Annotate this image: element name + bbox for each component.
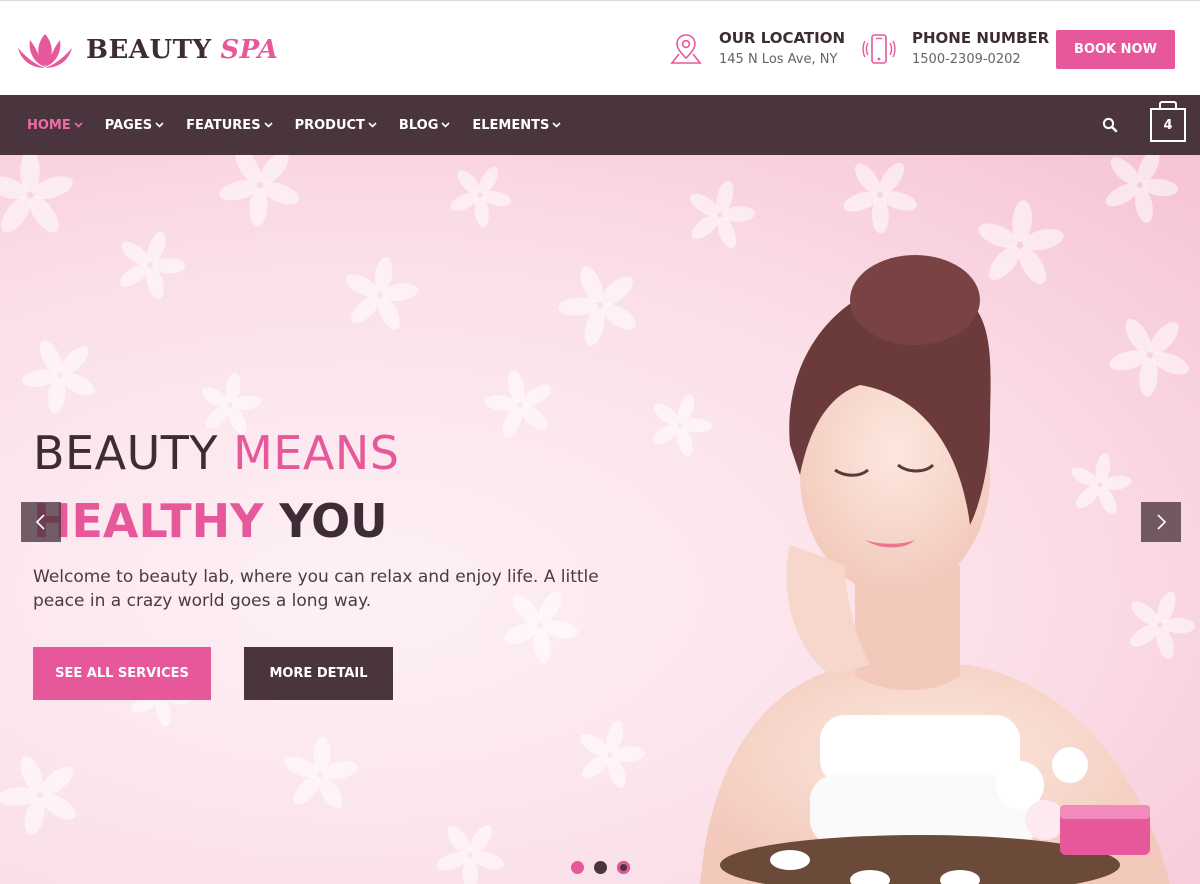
nav-item-label: BLOG: [398, 117, 439, 133]
location-title: OUR LOCATION: [719, 29, 846, 47]
phone-number[interactable]: 1500-2309-0202: [912, 52, 1049, 68]
chevron-down-icon: [368, 122, 377, 128]
map-pin-icon: [670, 34, 702, 64]
nav-item-label: PAGES: [104, 117, 153, 133]
hero-heading-line2: HEALTHY YOU: [33, 493, 388, 549]
hero-heading-line1: BEAUTY MEANS: [33, 425, 399, 481]
hero-description: Welcome to beauty lab, where you can rel…: [33, 567, 599, 611]
slider-dot-3[interactable]: [617, 861, 630, 874]
logo-word-spa: SPA: [220, 35, 279, 65]
book-now-button[interactable]: BOOK NOW: [1056, 30, 1175, 69]
main-navbar: HOME PAGES FEATURES PRODUCT BLOG ELEMENT…: [0, 95, 1200, 155]
site-logo[interactable]: BEAUTY SPA: [16, 30, 278, 70]
chevron-down-icon: [263, 122, 273, 128]
spa-model-image: [700, 255, 1170, 884]
slider-dot-2[interactable]: [594, 861, 607, 874]
chevron-down-icon: [441, 122, 450, 128]
location-address: 145 N Los Ave, NY: [719, 52, 838, 67]
more-detail-button[interactable]: MORE DETAIL: [244, 647, 393, 700]
nav-item-blog[interactable]: BLOG: [399, 118, 450, 133]
see-all-services-button[interactable]: SEE ALL SERVICES: [33, 647, 211, 700]
nav-item-label: ELEMENTS: [472, 117, 550, 133]
main-menu: HOME PAGES FEATURES PRODUCT BLOG ELEMENT…: [27, 95, 583, 155]
logo-word-beauty: BEAUTY: [86, 35, 212, 65]
cart-button[interactable]: 4: [1150, 108, 1186, 142]
slider-dot-1[interactable]: [571, 861, 584, 874]
chevron-down-icon: [552, 122, 561, 128]
location-info: OUR LOCATION 145 N Los Ave, NY: [669, 29, 845, 68]
mobile-phone-icon: [862, 34, 896, 64]
chevron-down-icon: [155, 122, 164, 128]
chevron-down-icon: [74, 122, 83, 128]
hero-heading-accent-word: HEALTHY: [33, 494, 264, 548]
cart-count: 4: [1163, 117, 1173, 133]
nav-item-label: HOME: [27, 117, 71, 133]
lotus-icon: [18, 34, 72, 68]
slider-pagination: [571, 861, 640, 874]
nav-item-product[interactable]: PRODUCT: [295, 118, 377, 133]
phone-title: PHONE NUMBER: [912, 29, 1050, 47]
nav-item-elements[interactable]: ELEMENTS: [472, 118, 561, 133]
logo-text: BEAUTY SPA: [86, 35, 278, 65]
hero-slider: BEAUTY MEANS HEALTHY YOU Welcome to beau…: [0, 155, 1200, 884]
hero-heading-accent-word: MEANS: [233, 426, 400, 480]
slider-prev-button[interactable]: [21, 502, 61, 542]
site-header: BEAUTY SPA OUR LOCATION 145 N Los Ave, N…: [0, 0, 1200, 95]
hero-heading-word: YOU: [279, 494, 388, 548]
hero-heading-word: BEAUTY: [33, 426, 218, 480]
nav-item-label: PRODUCT: [294, 117, 365, 133]
nav-item-home[interactable]: HOME: [27, 118, 83, 133]
phone-info: PHONE NUMBER 1500-2309-0202: [862, 29, 1049, 68]
search-icon[interactable]: [1102, 117, 1118, 133]
slider-next-button[interactable]: [1141, 502, 1181, 542]
nav-item-features[interactable]: FEATURES: [186, 118, 273, 133]
chevron-left-icon: [35, 514, 45, 530]
nav-item-label: FEATURES: [186, 117, 261, 133]
nav-item-pages[interactable]: PAGES: [105, 118, 164, 133]
chevron-right-icon: [1157, 514, 1167, 530]
